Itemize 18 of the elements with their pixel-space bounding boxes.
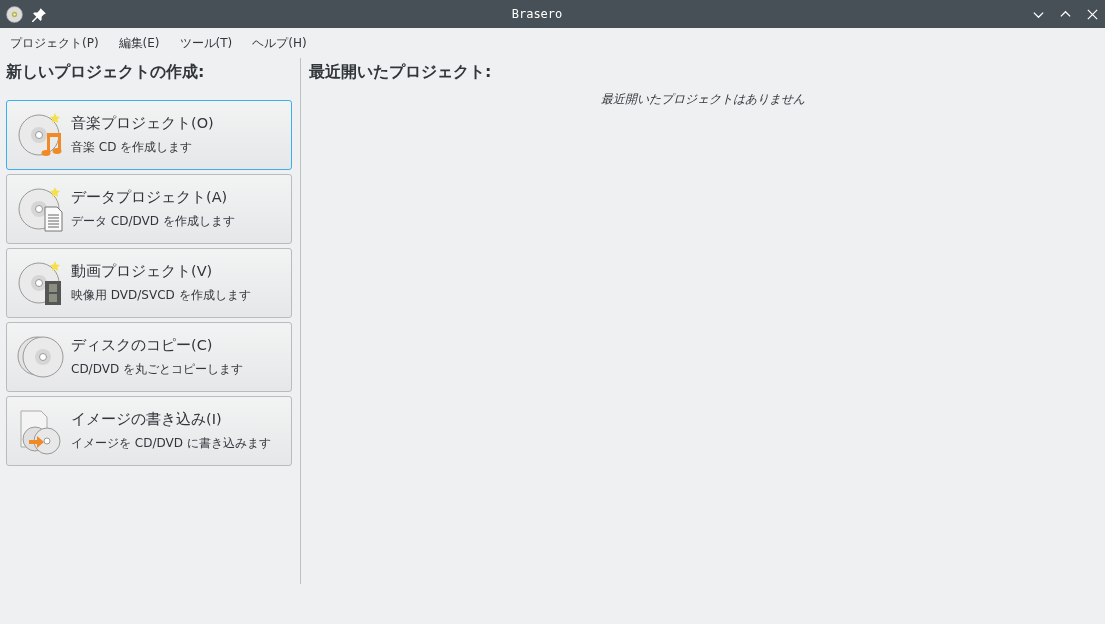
disc-document-icon xyxy=(17,185,65,233)
disc-icon xyxy=(6,5,23,23)
section-heading: 新しいプロジェクトの作成: xyxy=(6,62,206,83)
menu-item[interactable]: プロジェクト(P) xyxy=(10,34,99,52)
project-button[interactable]: 動画プロジェクト(V) 映像用 DVD/SVCD を作成します xyxy=(6,248,292,318)
menu-item[interactable]: ツール(T) xyxy=(179,34,233,52)
close-icon[interactable] xyxy=(1086,7,1099,21)
section-heading: 最近開いたプロジェクト: xyxy=(309,62,493,83)
discs-icon xyxy=(17,333,65,381)
project-button[interactable]: ディスクのコピー(C) CD/DVD を丸ごとコピーします xyxy=(6,322,292,392)
window-title: Brasero xyxy=(510,7,564,21)
menu-item[interactable]: 編集(E) xyxy=(118,34,160,52)
project-button[interactable]: データプロジェクト(A) データ CD/DVD を作成します xyxy=(6,174,292,244)
empty-message: 最近開いたプロジェクトはありません xyxy=(600,91,806,108)
menu-item[interactable]: ヘルプ(H) xyxy=(252,34,307,52)
pin-icon[interactable] xyxy=(31,5,48,23)
project-button[interactable]: イメージの書き込み(I) イメージを CD/DVD に書き込みます xyxy=(6,396,292,466)
project-button[interactable]: 音楽プロジェクト(O) 音楽 CD を作成します xyxy=(6,100,292,170)
